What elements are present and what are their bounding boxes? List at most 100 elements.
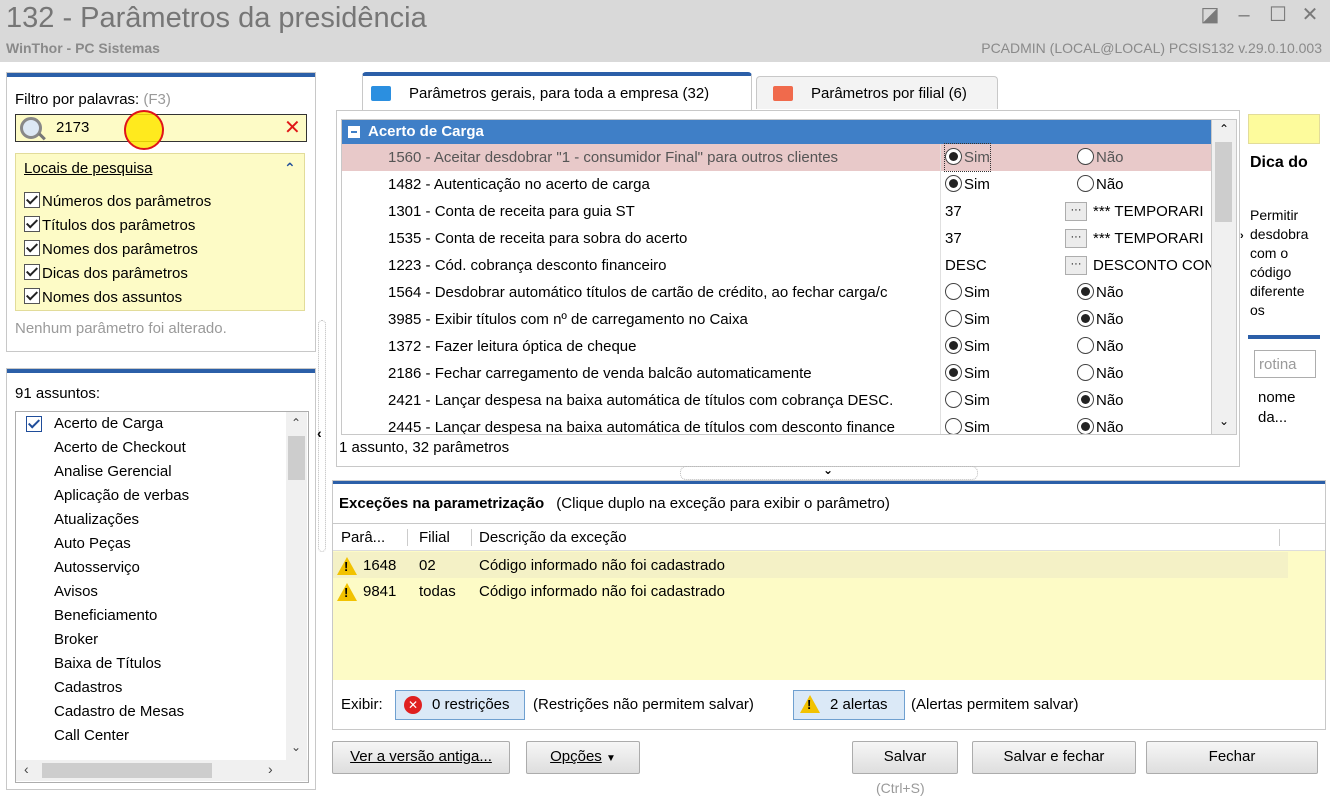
lookup-code[interactable]: 37 — [945, 198, 962, 225]
param-value-cell[interactable]: Sim Não — [940, 306, 1212, 333]
param-value-cell[interactable]: 37 ··· *** TEMPORARI — [940, 198, 1212, 225]
radio-no[interactable]: Não — [1077, 144, 1124, 171]
hscroll-thumb[interactable] — [42, 763, 212, 778]
radio-no[interactable]: Não — [1077, 171, 1124, 198]
param-value-cell[interactable]: 37 ··· *** TEMPORARI — [940, 225, 1212, 252]
subject-item[interactable]: Aplicação de verbas — [16, 484, 286, 508]
expand-tip-icon[interactable]: › — [1240, 230, 1244, 242]
param-row[interactable]: 2445 - Lançar despesa na baixa automátic… — [342, 414, 1212, 434]
scroll-thumb[interactable] — [288, 436, 305, 480]
param-value-cell[interactable]: Sim Não — [940, 171, 1212, 198]
radio-no[interactable]: Não — [1077, 387, 1124, 414]
param-value-cell[interactable]: DESC ··· DESCONTO CON — [940, 252, 1212, 279]
location-checkbox[interactable]: Nomes dos parâmetros — [24, 238, 211, 262]
lookup-code[interactable]: DESC — [945, 252, 987, 279]
param-value-cell[interactable]: Sim Não — [940, 333, 1212, 360]
scroll-up-icon[interactable]: ⌃ — [291, 416, 301, 430]
old-version-button[interactable]: Ver a versão antiga... — [332, 741, 510, 774]
param-row[interactable]: 2186 - Fechar carregamento de venda balc… — [342, 360, 1212, 387]
scroll-right-icon[interactable]: › — [268, 761, 273, 777]
filter-input[interactable]: 2173 — [56, 119, 89, 136]
restore-icon[interactable]: ◪ — [1198, 4, 1222, 26]
maximize-icon[interactable]: ☐ — [1266, 4, 1290, 26]
subject-item[interactable]: Acerto de Carga — [16, 412, 286, 436]
subject-item[interactable]: Acerto de Checkout — [16, 436, 286, 460]
scroll-left-icon[interactable]: ‹ — [24, 761, 29, 777]
subject-item[interactable]: Analise Gerencial — [16, 460, 286, 484]
subject-item[interactable]: Atualizações — [16, 508, 286, 532]
collapse-group-icon[interactable] — [348, 126, 360, 138]
subjects-vscrollbar[interactable]: ⌃ ⌄ — [286, 412, 307, 760]
save-button[interactable]: Salvar — [852, 741, 958, 774]
param-value-cell[interactable]: Sim Não — [940, 387, 1212, 414]
subject-item[interactable]: Broker — [16, 628, 286, 652]
radio-yes[interactable]: Sim — [945, 360, 990, 387]
close-button[interactable]: Fechar — [1146, 741, 1318, 774]
location-checkbox[interactable]: Dicas dos parâmetros — [24, 262, 211, 286]
radio-yes[interactable]: Sim — [945, 387, 990, 414]
radio-yes[interactable]: Sim — [945, 306, 990, 333]
col-description[interactable]: Descrição da exceção — [479, 529, 1280, 546]
col-param[interactable]: Parâ... — [341, 529, 408, 546]
restrictions-toggle[interactable]: ✕ 0 restrições — [395, 690, 525, 720]
group-header[interactable]: Acerto de Carga — [342, 120, 1212, 144]
subject-item[interactable]: Call Center — [16, 724, 286, 748]
scroll-down-icon[interactable]: ⌄ — [1219, 414, 1229, 428]
horizontal-splitter[interactable]: ⌄ — [680, 463, 978, 480]
location-checkbox[interactable]: Títulos dos parâmetros — [24, 214, 211, 238]
col-filial[interactable]: Filial — [419, 529, 472, 546]
save-close-button[interactable]: Salvar e fechar — [972, 741, 1136, 774]
subject-item[interactable]: Cadastros — [16, 676, 286, 700]
collapse-left-icon[interactable]: ‹ — [317, 425, 322, 441]
radio-no[interactable]: Não — [1077, 414, 1124, 434]
subject-item[interactable]: Auto Peças — [16, 532, 286, 556]
lookup-code[interactable]: 37 — [945, 225, 962, 252]
subjects-hscrollbar[interactable]: ‹ › — [16, 760, 308, 781]
location-checkbox[interactable]: Nomes dos assuntos — [24, 286, 211, 310]
close-window-icon[interactable]: ✕ — [1298, 4, 1322, 26]
exception-row[interactable]: 9841 todas Código informado não foi cada… — [333, 578, 1288, 604]
radio-yes[interactable]: Sim — [945, 414, 990, 434]
radio-yes[interactable]: Sim — [945, 279, 990, 306]
vertical-splitter[interactable]: ‹ — [316, 320, 326, 552]
subject-item[interactable]: Autosserviço — [16, 556, 286, 580]
radio-yes[interactable]: Sim — [945, 171, 990, 198]
subject-item[interactable]: Avisos — [16, 580, 286, 604]
minimize-icon[interactable]: – — [1232, 4, 1256, 26]
param-row[interactable]: 1372 - Fazer leitura óptica de cheque Sim… — [342, 333, 1212, 360]
param-value-cell[interactable]: Sim Não — [940, 360, 1212, 387]
lookup-ellipsis-button[interactable]: ··· — [1065, 256, 1087, 275]
radio-yes[interactable]: Sim — [945, 333, 990, 360]
tab-branch[interactable]: Parâmetros por filial (6) — [756, 76, 998, 109]
filter-input-box[interactable]: 2173 ✕ — [15, 110, 307, 150]
param-value-cell[interactable]: Sim Não — [940, 279, 1212, 306]
radio-no[interactable]: Não — [1077, 333, 1124, 360]
options-button[interactable]: Opções ▼ — [526, 741, 640, 774]
clear-filter-icon[interactable]: ✕ — [284, 115, 301, 140]
param-row[interactable]: 2421 - Lançar despesa na baixa automátic… — [342, 387, 1212, 414]
radio-no[interactable]: Não — [1077, 279, 1124, 306]
radio-yes[interactable]: Sim — [944, 143, 991, 172]
collapse-icon[interactable]: ⌃ — [284, 160, 296, 177]
location-checkbox[interactable]: Números dos parâmetros — [24, 190, 211, 214]
scroll-down-icon[interactable]: ⌄ — [291, 740, 301, 754]
lookup-ellipsis-button[interactable]: ··· — [1065, 202, 1087, 221]
radio-no[interactable]: Não — [1077, 360, 1124, 387]
param-row[interactable]: 1560 - Aceitar desdobrar "1 - consumidor… — [342, 143, 1212, 172]
param-value-cell[interactable]: Sim Não — [940, 414, 1212, 434]
params-vscrollbar[interactable]: ⌃ ⌄ — [1211, 119, 1237, 435]
param-row[interactable]: 3985 - Exibir títulos com nº de carregam… — [342, 306, 1212, 333]
subject-item[interactable]: Cadastro de Mesas — [16, 700, 286, 724]
scroll-up-icon[interactable]: ⌃ — [1219, 122, 1229, 136]
param-row[interactable]: 1482 - Autenticação no acerto de carga Si… — [342, 171, 1212, 198]
param-value-cell[interactable]: Sim Não — [940, 143, 1212, 172]
exception-row[interactable]: 1648 02 Código informado não foi cadastr… — [333, 552, 1288, 578]
subject-item[interactable]: Baixa de Títulos — [16, 652, 286, 676]
alerts-toggle[interactable]: 2 alertas — [793, 690, 905, 720]
scroll-thumb[interactable] — [1215, 142, 1232, 222]
param-row[interactable]: 1535 - Conta de receita para sobra do ac… — [342, 225, 1212, 252]
tab-general[interactable]: Parâmetros gerais, para toda a empresa (… — [362, 72, 752, 114]
routine-search-input[interactable]: rotina — [1254, 350, 1316, 378]
param-row[interactable]: 1223 - Cód. cobrança desconto financeiro… — [342, 252, 1212, 279]
param-row[interactable]: 1301 - Conta de receita para guia ST 37 ··… — [342, 198, 1212, 225]
